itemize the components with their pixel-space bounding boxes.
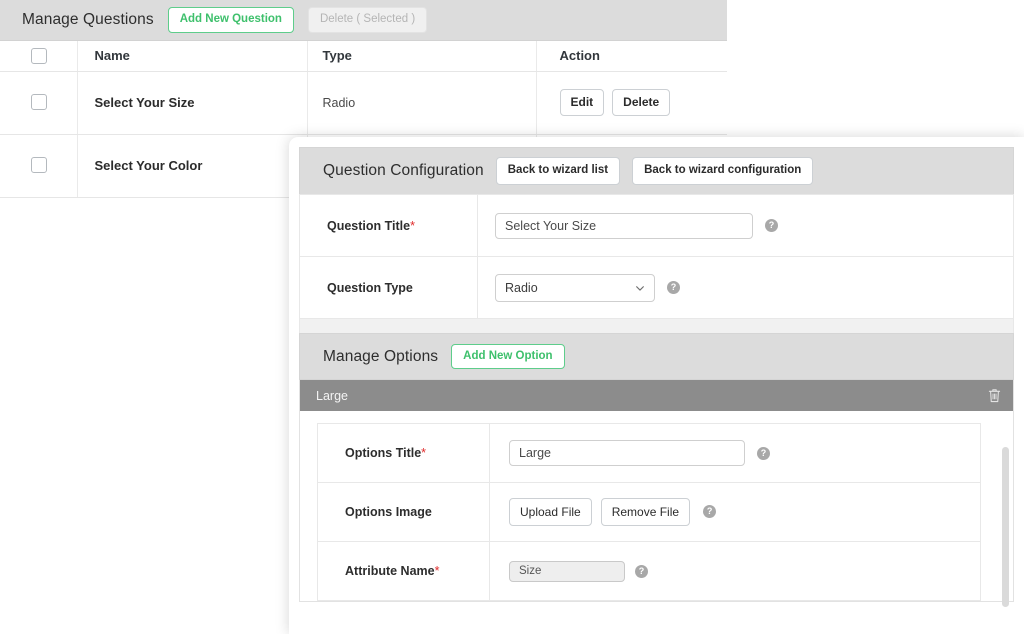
attribute-name-label: Attribute Name [345,564,435,578]
upload-file-button[interactable]: Upload File [509,497,592,527]
required-marker: * [410,218,415,233]
option-card: Large Options Title* Large ? Options Ima… [299,380,1014,607]
back-to-wizard-list-button[interactable]: Back to wizard list [495,157,621,185]
question-title-label: Question Title [327,218,411,233]
manage-options-title: Manage Options [323,347,439,365]
delete-selected-button[interactable]: Delete ( Selected ) [307,7,428,33]
question-title-row: Question Title* ? [299,194,1014,257]
options-image-label-cell: Options Image [317,482,490,542]
attribute-name-field-cell: ? [489,541,981,601]
options-image-row: Options Image Upload File Remove File ? [317,482,981,542]
column-header-name: Name [77,41,308,72]
row-checkbox[interactable] [31,157,47,174]
delete-button[interactable]: Delete [612,89,671,116]
edit-button[interactable]: Edit [559,89,605,116]
options-title-label-cell: Options Title* [317,423,490,483]
options-title-input[interactable] [509,440,745,466]
remove-file-button[interactable]: Remove File [600,497,691,527]
column-header-type: Type [307,41,537,72]
help-icon[interactable]: ? [765,219,778,232]
table-header-row: Name Type Action [0,41,727,72]
attribute-name-input [509,560,625,582]
help-icon[interactable]: ? [635,564,648,578]
question-type-select[interactable]: Radio [495,273,655,302]
question-fields-table: Question Title* ? Question Type [299,194,1014,319]
add-new-question-button[interactable]: Add New Question [167,7,294,33]
question-configuration-modal: Question Configuration Back to wizard li… [289,137,1024,634]
select-all-header [0,41,78,72]
manage-questions-header: Manage Questions Add New Question Delete… [0,0,727,41]
options-image-field-cell: Upload File Remove File ? [489,482,981,542]
page-title: Manage Questions [22,11,154,28]
question-type-row: Question Type Radio ? [299,256,1014,319]
scrollbar-thumb[interactable] [1002,447,1009,607]
section-spacer [299,319,1014,333]
help-icon[interactable]: ? [667,281,680,294]
attribute-name-label-cell: Attribute Name* [317,541,490,601]
question-title-input[interactable] [495,212,753,239]
back-to-wizard-configuration-button[interactable]: Back to wizard configuration [632,157,814,185]
question-type-label-cell: Question Type [299,256,478,319]
options-title-field-cell: ? [489,423,981,483]
select-all-checkbox[interactable] [31,48,47,65]
option-card-label: Large [316,388,348,403]
attribute-name-row: Attribute Name* ? [317,541,981,601]
app-root: Manage Questions Add New Question Delete… [0,0,1024,634]
row-actions: Edit Delete [536,71,727,135]
question-type-select-wrapper: Radio [495,273,655,302]
options-image-label: Options Image [345,505,432,519]
question-type-label: Question Type [327,280,413,295]
row-name: Select Your Size [77,71,308,135]
row-name: Select Your Color [77,134,308,198]
trash-icon[interactable] [988,388,1001,403]
row-type: Radio [307,71,537,135]
column-header-action: Action [536,41,727,72]
row-select-cell [0,134,78,198]
manage-options-header: Manage Options Add New Option [299,333,1014,380]
add-new-option-button[interactable]: Add New Option [451,343,565,370]
question-type-field-cell: Radio ? [477,256,1014,319]
required-marker: * [434,564,440,578]
help-icon[interactable]: ? [757,446,770,460]
options-title-row: Options Title* ? [317,423,981,483]
option-fields-table: Options Title* ? Options Im [317,423,981,601]
options-title-label: Options Title [345,446,422,460]
modal-title: Question Configuration [323,162,484,179]
table-row: Select Your Size Radio Edit Delete [0,71,727,135]
question-title-field-cell: ? [477,194,1014,257]
modal-header: Question Configuration Back to wizard li… [299,147,1014,194]
row-checkbox[interactable] [31,94,47,111]
row-select-cell [0,71,78,135]
option-card-scrollbar[interactable] [1002,447,1009,607]
option-card-header[interactable]: Large [300,380,1013,411]
option-card-body: Options Title* ? Options Im [300,411,1013,607]
question-title-label-cell: Question Title* [299,194,478,257]
required-marker: * [421,446,427,460]
help-icon[interactable]: ? [703,505,717,519]
modal-inner: Question Configuration Back to wizard li… [299,147,1014,607]
